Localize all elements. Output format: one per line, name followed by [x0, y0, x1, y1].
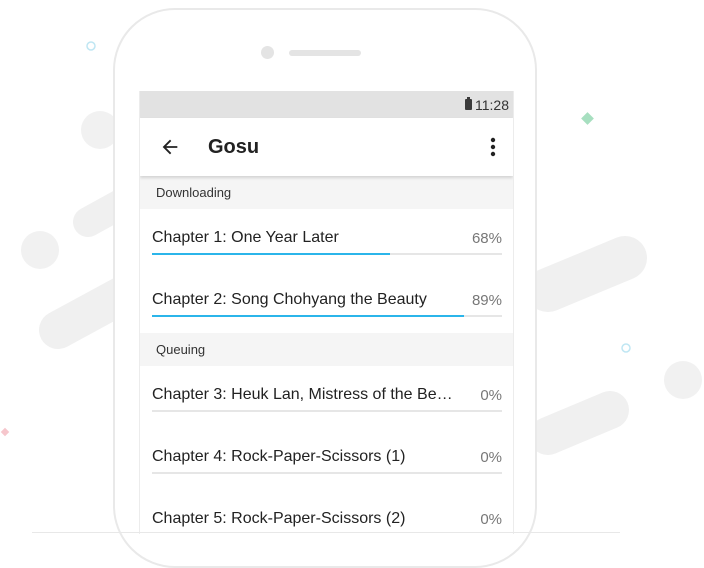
chapter-title: Chapter 3: Heuk Lan, Mistress of the Be… — [152, 386, 453, 403]
battery-icon — [465, 97, 472, 110]
status-bar: 11:28 — [140, 91, 513, 118]
list-item[interactable]: Chapter 3: Heuk Lan, Mistress of the Be…… — [140, 366, 513, 428]
progress-bar — [152, 410, 502, 412]
progress-percent: 68% — [471, 229, 502, 247]
progress-percent: 0% — [480, 510, 502, 528]
chapter-title: Chapter 1: One Year Later — [152, 229, 339, 246]
status-time: 11:28 — [475, 96, 509, 113]
back-button[interactable] — [142, 118, 198, 176]
queuing-list: Chapter 3: Heuk Lan, Mistress of the Be…… — [140, 366, 513, 534]
app-screen: 11:28 Gosu Downloading Chapter 1: One Ye… — [139, 91, 514, 534]
arrow-left-icon — [162, 139, 178, 155]
progress-fill — [152, 253, 390, 255]
phone-camera — [261, 46, 274, 59]
chapter-title: Chapter 5: Rock-Paper-Scissors (2) — [152, 510, 406, 527]
progress-percent: 89% — [471, 291, 502, 309]
list-item[interactable]: Chapter 4: Rock-Paper-Scissors (1) 0% — [140, 428, 513, 490]
downloading-list: Chapter 1: One Year Later 68% Chapter 2:… — [140, 209, 513, 333]
list-item[interactable]: Chapter 2: Song Chohyang the Beauty 89% — [140, 271, 513, 333]
section-header-downloading: Downloading — [140, 176, 513, 209]
overflow-menu-button[interactable] — [473, 118, 513, 176]
progress-percent: 0% — [480, 386, 502, 404]
chapter-title: Chapter 2: Song Chohyang the Beauty — [152, 291, 427, 308]
app-bar: Gosu — [140, 118, 513, 176]
floor-line — [32, 532, 620, 533]
more-vert-icon — [490, 137, 496, 157]
progress-fill — [152, 315, 464, 317]
phone-speaker — [289, 50, 361, 56]
page-title: Gosu — [208, 135, 260, 158]
section-header-queuing: Queuing — [140, 333, 513, 366]
chapter-title: Chapter 4: Rock-Paper-Scissors (1) — [152, 448, 406, 465]
progress-bar — [152, 315, 502, 317]
progress-percent: 0% — [480, 448, 502, 466]
progress-bar — [152, 472, 502, 474]
progress-bar — [152, 253, 502, 255]
list-item[interactable]: Chapter 5: Rock-Paper-Scissors (2) 0% — [140, 490, 513, 534]
list-item[interactable]: Chapter 1: One Year Later 68% — [140, 209, 513, 271]
